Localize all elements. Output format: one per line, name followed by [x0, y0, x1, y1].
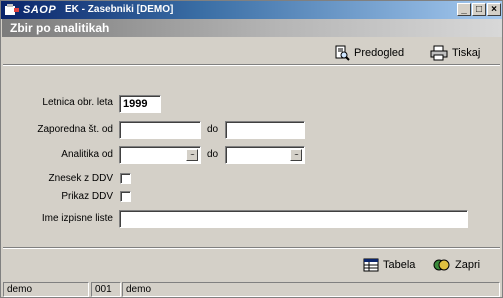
year-input[interactable]: 1999	[119, 95, 161, 113]
analytics-to-label: do	[207, 149, 219, 160]
table-label: Tabela	[383, 259, 416, 271]
application-window: SAOP EK - Zasebniki [DEMO] _ □ × Zbir po…	[0, 0, 503, 298]
form-title: Zbir po analitikah	[10, 21, 110, 35]
status-code: 001	[91, 282, 121, 297]
year-label: Letnica obr. leta	[42, 97, 113, 108]
close-button[interactable]: ×	[487, 3, 501, 16]
show-vat-checkbox[interactable]	[120, 191, 131, 202]
separator	[3, 64, 500, 66]
form-banner: Zbir po analitikah	[2, 19, 502, 37]
print-label: Tiskaj	[452, 47, 481, 59]
restore-button[interactable]: □	[472, 3, 486, 16]
separator	[3, 247, 500, 249]
analytics-to-browse-button[interactable]: ...	[290, 149, 302, 161]
app-icon	[5, 4, 19, 15]
seq-to-input[interactable]	[225, 121, 305, 139]
amount-vat-label: Znesek z DDV	[48, 173, 113, 184]
seq-to-label: do	[207, 124, 219, 135]
print-button[interactable]: Tiskaj	[430, 44, 480, 62]
analytics-from-input[interactable]: ...	[119, 146, 201, 164]
preview-button[interactable]: Predogled	[334, 44, 404, 62]
close-form-button[interactable]: Zapri	[433, 256, 480, 274]
printer-icon	[430, 45, 448, 61]
list-name-label: Ime izpisne liste	[41, 213, 113, 224]
seq-from-input[interactable]	[119, 121, 201, 139]
seq-from-label: Zaporedna št. od	[37, 124, 113, 135]
preview-icon	[335, 45, 350, 61]
amount-vat-checkbox[interactable]	[120, 173, 131, 184]
exit-icon	[433, 259, 450, 271]
status-user: demo	[3, 282, 89, 297]
title-bar[interactable]: SAOP EK - Zasebniki [DEMO] _ □ ×	[1, 1, 502, 19]
analytics-from-browse-button[interactable]: ...	[186, 149, 198, 161]
table-button[interactable]: Tabela	[363, 256, 415, 274]
window-title: EK - Zasebniki [DEMO]	[65, 4, 174, 15]
close-form-label: Zapri	[455, 259, 481, 271]
status-company: demo	[122, 282, 500, 297]
analytics-to-input[interactable]: ...	[225, 146, 305, 164]
list-name-input[interactable]	[119, 210, 468, 228]
show-vat-label: Prikaz DDV	[61, 191, 113, 202]
table-icon	[363, 258, 379, 272]
minimize-button[interactable]: _	[457, 3, 471, 16]
analytics-from-label: Analitika od	[61, 149, 113, 160]
brand-name: SAOP	[23, 4, 57, 16]
preview-label: Predogled	[354, 47, 405, 59]
